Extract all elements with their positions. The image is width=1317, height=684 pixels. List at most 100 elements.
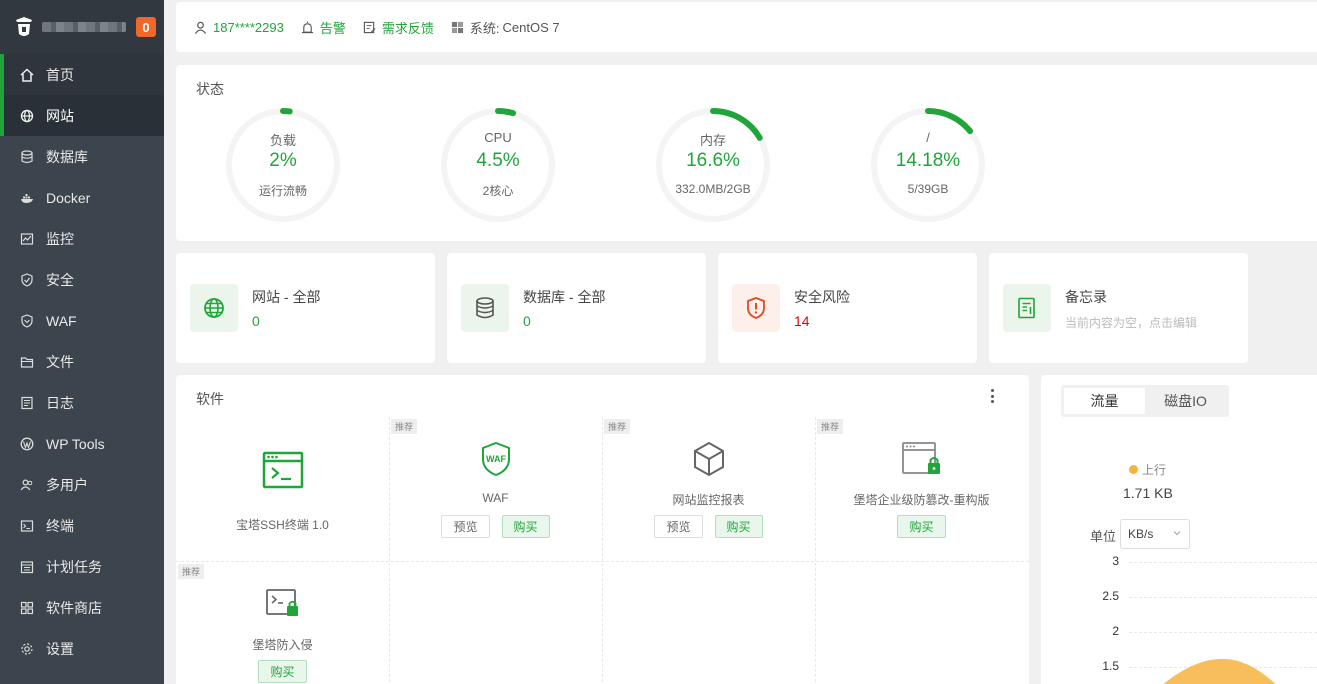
sidebar-item-label: Docker: [46, 189, 91, 206]
sidebar-item-docker[interactable]: Docker: [0, 177, 164, 218]
sidebar-item-database[interactable]: 数据库: [0, 136, 164, 177]
feedback-icon: [363, 21, 376, 33]
gauge-detail: 2核心: [482, 184, 514, 198]
ssh-terminal-icon: [262, 451, 303, 489]
gauge[interactable]: 负载 2% 运行流畅: [223, 105, 343, 225]
log-icon: [20, 396, 34, 410]
card-sites[interactable]: 网站 - 全部 0: [176, 253, 435, 363]
traffic-panel: 流量 磁盘IO 上行 1.71 KB 单位 KB/s 3 2.5 2 1.5: [1041, 375, 1317, 684]
upload-area-series: [1163, 658, 1276, 684]
sidebar-item-label: 首页: [46, 66, 74, 83]
gauge[interactable]: CPU 4.5% 2核心: [438, 105, 558, 225]
preview-button[interactable]: 预览: [654, 515, 703, 538]
apps-icon: [20, 601, 34, 615]
software-item-intrusion-defense[interactable]: 推荐 堡塔防入侵 购买: [176, 562, 389, 684]
sidebar-item-label: 软件商店: [46, 599, 102, 616]
alarm-link[interactable]: 告警: [301, 18, 346, 37]
more-options-icon[interactable]: [991, 389, 995, 403]
software-item-site-monitor[interactable]: 推荐 网站监控报表 预览 购买: [602, 417, 815, 562]
system-info: 系统: CentOS 7: [451, 18, 560, 37]
software-name: 堡塔防入侵: [252, 638, 313, 652]
buy-button[interactable]: 购买: [501, 515, 550, 538]
sidebar-item-terminal[interactable]: 终端: [0, 505, 164, 546]
server-name-masked: [42, 22, 126, 32]
card-icon-box: [732, 284, 780, 332]
card-databases[interactable]: 数据库 - 全部 0: [447, 253, 706, 363]
card-memo[interactable]: 备忘录 当前内容为空，点击编辑: [989, 253, 1248, 363]
card-title: 安全风险: [794, 289, 850, 305]
gauge-name: /: [926, 130, 930, 145]
status-panel: 状态 负载 2% 运行流畅 CPU 4.5% 2核心 内存 16.6% 332.0MB/2GB /…: [176, 65, 1317, 241]
card-value[interactable]: 0: [252, 313, 260, 329]
software-name: 网站监控报表: [672, 493, 745, 507]
sidebar-item-apps[interactable]: 软件商店: [0, 587, 164, 628]
card-subtitle: 当前内容为空，点击编辑: [1065, 316, 1198, 330]
card-title: 网站 - 全部: [252, 289, 321, 305]
gauge-name: 负载: [269, 133, 296, 148]
sidebar-item-label: 终端: [46, 517, 74, 534]
sidebar-item-label: 日志: [46, 394, 74, 411]
recommend-tag: 推荐: [604, 419, 631, 434]
sidebar-item-globe[interactable]: 网站: [0, 95, 164, 136]
sidebar-item-label: 监控: [46, 230, 74, 247]
gauge-detail: 5/39GB: [907, 182, 949, 196]
status-title: 状态: [196, 81, 224, 97]
card-security-risk[interactable]: 安全风险 14: [718, 253, 977, 363]
calendar-icon: [20, 560, 34, 574]
wordpress-icon: [20, 437, 34, 451]
preview-button[interactable]: 预览: [441, 515, 490, 538]
gauge-value: 2%: [269, 150, 297, 171]
buy-button[interactable]: 购买: [714, 515, 763, 538]
cube-icon: [693, 441, 724, 477]
gauge-value: 14.18%: [895, 150, 961, 171]
gauge[interactable]: 内存 16.6% 332.0MB/2GB: [653, 105, 773, 225]
sidebar-item-label: 多用户: [46, 476, 88, 493]
globe-icon: [204, 298, 224, 318]
users-icon: [20, 478, 34, 492]
feedback-link[interactable]: 需求反馈: [363, 18, 434, 37]
sidebar-item-users[interactable]: 多用户: [0, 464, 164, 505]
upload-area: [1163, 658, 1276, 684]
bt-logo-icon[interactable]: [14, 16, 34, 38]
alarm-label: 告警: [319, 20, 346, 36]
docker-icon: [20, 191, 34, 205]
software-item-ssh-terminal[interactable]: 宝塔SSH终端 1.0: [176, 417, 389, 562]
software-name: WAF: [482, 491, 509, 505]
sidebar-item-label: WAF: [46, 312, 77, 329]
software-name: 堡塔企业级防篡改-重构版: [853, 493, 990, 507]
memo-icon: [1018, 297, 1035, 319]
sidebar-item-label: WP Tools: [46, 435, 105, 452]
sidebar-item-log[interactable]: 日志: [0, 382, 164, 423]
sidebar-item-folder[interactable]: 文件: [0, 341, 164, 382]
sidebar-item-waf-shield[interactable]: WAF: [0, 300, 164, 341]
card-icon-box: [190, 284, 238, 332]
sidebar: 0 首页网站 数据库 Docker 监控安全 WAF 文件日志 WP Tools 多用户终端计…: [0, 0, 164, 684]
gauge[interactable]: / 14.18% 5/39GB: [868, 105, 988, 225]
card-icon-box: [1003, 284, 1051, 332]
user-account[interactable]: 187****2293: [194, 20, 284, 35]
sidebar-item-home[interactable]: 首页: [0, 54, 164, 95]
gauge-name: 内存: [699, 133, 726, 148]
sidebar-item-wordpress[interactable]: WP Tools: [0, 423, 164, 464]
software-item-tamper-proof[interactable]: 推荐 堡塔企业级防篡改-重构版 购买: [815, 417, 1028, 562]
buy-button[interactable]: 购买: [897, 515, 946, 538]
sidebar-header: 0: [0, 0, 164, 54]
sidebar-item-monitor[interactable]: 监控: [0, 218, 164, 259]
card-value[interactable]: 14: [794, 313, 810, 329]
globe-icon: [20, 109, 34, 123]
sidebar-item-gear[interactable]: 设置: [0, 628, 164, 669]
software-title: 软件: [196, 391, 224, 407]
sidebar-item-calendar[interactable]: 计划任务: [0, 546, 164, 587]
sidebar-item-shield[interactable]: 安全: [0, 259, 164, 300]
recommend-tag: 推荐: [817, 419, 844, 434]
tamper-proof-icon: [901, 442, 940, 474]
card-title: 备忘录: [1065, 289, 1107, 305]
waf-icon: WAF: [481, 441, 510, 477]
sidebar-menu: 首页网站 数据库 Docker 监控安全 WAF 文件日志 WP Tools 多用户终端计划任…: [0, 54, 164, 669]
sidebar-item-label: 安全: [46, 271, 74, 288]
card-value[interactable]: 0: [523, 313, 531, 329]
notification-badge[interactable]: 0: [136, 17, 156, 37]
buy-button[interactable]: 购买: [258, 660, 307, 683]
intrusion-icon: [265, 589, 298, 616]
software-item-waf[interactable]: 推荐 WAF WAF 预览 购买: [389, 417, 602, 562]
